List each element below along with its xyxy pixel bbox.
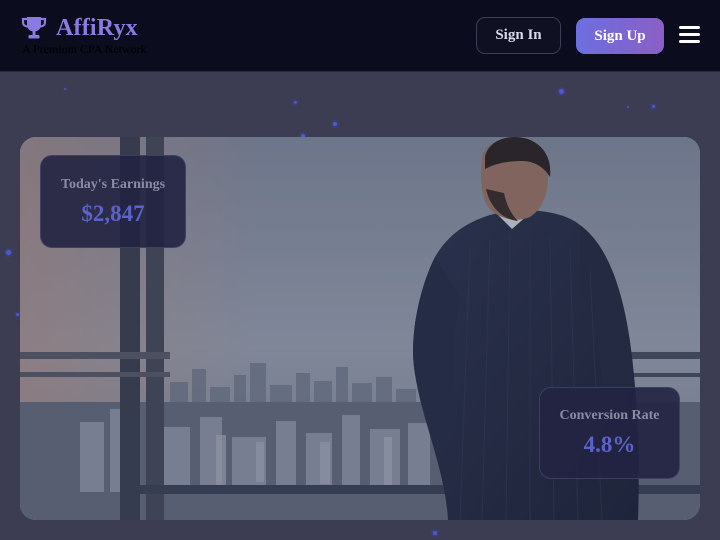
- brand-logo[interactable]: AffiRyx: [20, 14, 138, 42]
- brand-name: AffiRyx: [56, 14, 138, 41]
- todays-earnings-value: $2,847: [81, 200, 145, 226]
- trophy-icon: [21, 17, 47, 39]
- hamburger-menu-icon[interactable]: [678, 24, 702, 46]
- site-header: AffiRyx A Premium CPA Network Sign In Si…: [0, 0, 720, 72]
- sign-in-button[interactable]: Sign In: [476, 17, 561, 54]
- conversion-rate-label: Conversion Rate: [559, 408, 660, 423]
- conversion-rate-value: 4.8%: [583, 432, 636, 457]
- conversion-rate-card: Conversion Rate 4.8%: [539, 387, 680, 479]
- todays-earnings-label: Today's Earnings: [60, 176, 166, 192]
- brand-tagline: A Premium CPA Network: [22, 42, 147, 56]
- sign-up-button[interactable]: Sign Up: [576, 18, 664, 54]
- todays-earnings-card: Today's Earnings $2,847: [40, 155, 186, 248]
